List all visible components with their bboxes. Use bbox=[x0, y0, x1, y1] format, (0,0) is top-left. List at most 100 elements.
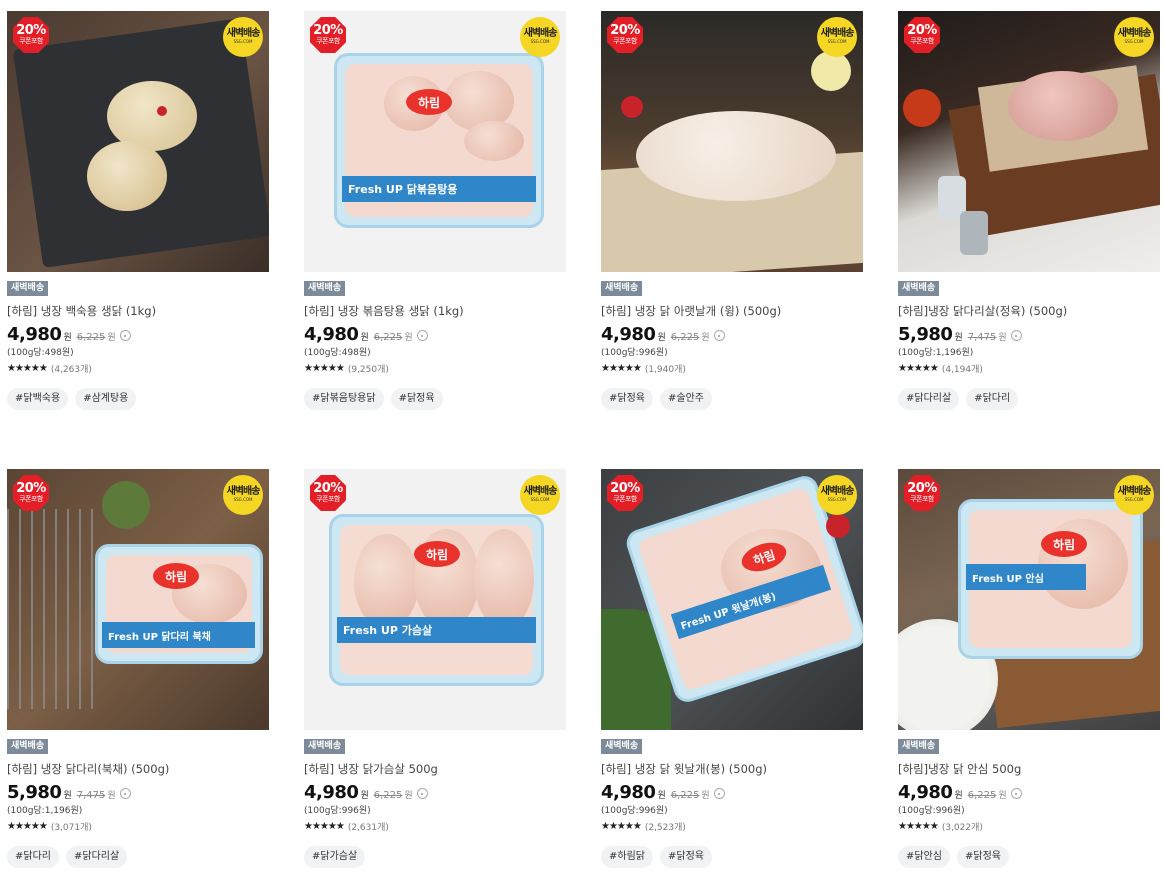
dawn-delivery-badge: 새벽배송 SSG.COM bbox=[817, 17, 857, 57]
hashtag[interactable]: #닭정육 bbox=[659, 846, 712, 868]
coupon-percent: 20% bbox=[16, 23, 46, 38]
hashtag-list: #닭정육 #술안주 bbox=[601, 388, 863, 410]
product-name[interactable]: [하림] 냉장 닭 아랫날개 (윙) (500g) bbox=[601, 303, 863, 319]
product-image[interactable]: 하림 Fresh UP 안심 20% 쿠폰포함 새벽배송 SSG.COM bbox=[898, 469, 1160, 730]
price-info-icon[interactable] bbox=[119, 788, 131, 799]
product-image[interactable]: 하림 Fresh UP 윗날개(봉) 20% 쿠폰포함 새벽배송 SSG.COM bbox=[601, 469, 863, 730]
rating: ★★★★★ (9,250개) bbox=[304, 362, 566, 375]
original-price: 7,475 bbox=[76, 790, 106, 801]
product-image[interactable]: 하림 Fresh UP 가슴살 20% 쿠폰포함 새벽배송 SSG.COM bbox=[304, 469, 566, 730]
dawn-delivery-badge: 새벽배송 SSG.COM bbox=[520, 17, 560, 57]
product-card[interactable]: 20% 쿠폰포함 새벽배송 SSG.COM 새벽배송 [하림] 냉장 닭 아랫날… bbox=[601, 11, 863, 410]
star-rating-icon: ★★★★★ bbox=[7, 362, 48, 374]
hashtag[interactable]: #하림닭 bbox=[601, 846, 653, 868]
sale-price: 4,980 bbox=[7, 324, 62, 345]
coupon-label: 쿠폰포함 bbox=[910, 37, 934, 45]
price-info-icon[interactable] bbox=[416, 788, 428, 799]
product-card[interactable]: 하림 Fresh UP 가슴살 20% 쿠폰포함 새벽배송 SSG.COM 새벽… bbox=[304, 469, 566, 868]
dawn-badge-sub: SSG.COM bbox=[233, 497, 253, 502]
product-image[interactable]: 하림 Fresh UP 닭다리 북채 20% 쿠폰포함 새벽배송 SSG.COM bbox=[7, 469, 269, 730]
brand-logo: 하림 bbox=[406, 89, 452, 115]
product-card[interactable]: 하림 Fresh UP 윗날개(봉) 20% 쿠폰포함 새벽배송 SSG.COM… bbox=[601, 469, 863, 868]
original-currency: 원 bbox=[998, 791, 1007, 801]
product-image[interactable]: 하림 Fresh UP 닭볶음탕용 20% 쿠폰포함 새벽배송 SSG.COM bbox=[304, 11, 566, 272]
review-count: (9,250개) bbox=[347, 364, 389, 375]
currency: 원 bbox=[360, 333, 369, 343]
product-image[interactable]: 20% 쿠폰포함 새벽배송 SSG.COM bbox=[898, 11, 1160, 272]
package-label: Fresh UP 안심 bbox=[966, 564, 1086, 590]
original-currency: 원 bbox=[701, 333, 710, 343]
hashtag[interactable]: #술안주 bbox=[659, 388, 712, 410]
price-info-icon[interactable] bbox=[416, 330, 428, 341]
dawn-badge-sub: SSG.COM bbox=[530, 497, 550, 502]
price-info-icon[interactable] bbox=[1010, 788, 1022, 799]
product-name[interactable]: [하림] 냉장 닭 윗날개(봉) (500g) bbox=[601, 761, 863, 777]
product-image[interactable]: 20% 쿠폰포함 새벽배송 SSG.COM bbox=[601, 11, 863, 272]
dawn-badge-title: 새벽배송 bbox=[523, 28, 558, 39]
product-name[interactable]: [하림] 냉장 볶음탕용 생닭 (1kg) bbox=[304, 303, 566, 319]
dawn-delivery-badge: 새벽배송 SSG.COM bbox=[1114, 17, 1154, 57]
dawn-badge-sub: SSG.COM bbox=[530, 39, 550, 44]
dawn-badge-sub: SSG.COM bbox=[1124, 39, 1144, 44]
dawn-delivery-badge: 새벽배송 SSG.COM bbox=[1114, 475, 1154, 515]
dawn-delivery-badge: 새벽배송 SSG.COM bbox=[223, 17, 263, 57]
product-card[interactable]: 하림 Fresh UP 닭볶음탕용 20% 쿠폰포함 새벽배송 SSG.COM … bbox=[304, 11, 566, 410]
dawn-badge-title: 새벽배송 bbox=[1117, 486, 1152, 497]
original-currency: 원 bbox=[107, 333, 116, 343]
hashtag[interactable]: #닭다리살 bbox=[898, 388, 960, 410]
dawn-badge-title: 새벽배송 bbox=[226, 486, 261, 497]
original-currency: 원 bbox=[701, 791, 710, 801]
coupon-percent: 20% bbox=[610, 481, 640, 496]
hashtag[interactable]: #닭정육 bbox=[390, 388, 443, 410]
product-grid: 20% 쿠폰포함 새벽배송 SSG.COM 새벽배송 [하림] 냉장 백숙용 생… bbox=[0, 0, 1164, 878]
hashtag[interactable]: #닭다리 bbox=[7, 846, 59, 868]
price-row: 5,980 원 7,475 원 bbox=[898, 324, 1160, 346]
product-name[interactable]: [하림] 냉장 닭가슴살 500g bbox=[304, 761, 566, 777]
package-label: Fresh UP 가슴살 bbox=[337, 617, 536, 643]
hashtag[interactable]: #닭안심 bbox=[898, 846, 950, 868]
hashtag[interactable]: #닭가슴살 bbox=[304, 846, 366, 868]
price-info-icon[interactable] bbox=[713, 788, 725, 799]
review-count: (2,631개) bbox=[347, 822, 389, 833]
dawn-badge-title: 새벽배송 bbox=[1117, 28, 1152, 39]
price-info-icon[interactable] bbox=[713, 330, 725, 341]
currency: 원 bbox=[63, 333, 72, 343]
price-info-icon[interactable] bbox=[119, 330, 131, 341]
sale-price: 4,980 bbox=[601, 782, 656, 803]
product-card[interactable]: 20% 쿠폰포함 새벽배송 SSG.COM 새벽배송 [하림]냉장 닭다리살(정… bbox=[898, 11, 1160, 410]
dawn-badge-title: 새벽배송 bbox=[523, 486, 558, 497]
unit-price: (100g당:498원) bbox=[304, 348, 371, 358]
original-price: 6,225 bbox=[670, 332, 700, 343]
currency: 원 bbox=[360, 791, 369, 801]
price-row: 4,980 원 6,225 원 bbox=[304, 782, 566, 804]
hashtag[interactable]: #닭다리 bbox=[966, 388, 1019, 410]
product-card[interactable]: 20% 쿠폰포함 새벽배송 SSG.COM 새벽배송 [하림] 냉장 백숙용 생… bbox=[7, 11, 269, 410]
dawn-badge-sub: SSG.COM bbox=[1124, 497, 1144, 502]
hashtag-list: #닭가슴살 bbox=[304, 846, 566, 868]
hashtag[interactable]: #닭볶음탕용닭 bbox=[304, 388, 384, 410]
currency: 원 bbox=[657, 791, 666, 801]
star-rating-icon: ★★★★★ bbox=[898, 362, 939, 374]
product-card[interactable]: 하림 Fresh UP 안심 20% 쿠폰포함 새벽배송 SSG.COM 새벽배… bbox=[898, 469, 1160, 868]
delivery-tag: 새벽배송 bbox=[304, 281, 346, 296]
delivery-tag: 새벽배송 bbox=[898, 281, 940, 296]
star-rating-icon: ★★★★★ bbox=[898, 820, 939, 832]
delivery-tag: 새벽배송 bbox=[601, 281, 643, 296]
price-info-icon[interactable] bbox=[1010, 330, 1022, 341]
review-count: (3,071개) bbox=[50, 822, 92, 833]
hashtag[interactable]: #닭다리살 bbox=[65, 846, 128, 868]
sale-price: 4,980 bbox=[898, 782, 953, 803]
hashtag[interactable]: #닭백숙용 bbox=[7, 388, 69, 410]
hashtag[interactable]: #삼계탕용 bbox=[75, 388, 137, 410]
unit-price: (100g당:1,196원) bbox=[7, 806, 83, 816]
price-row: 4,980 원 6,225 원 bbox=[601, 782, 863, 804]
hashtag[interactable]: #닭정육 bbox=[601, 388, 653, 410]
product-name[interactable]: [하림]냉장 닭다리살(정육) (500g) bbox=[898, 303, 1160, 319]
product-card[interactable]: 하림 Fresh UP 닭다리 북채 20% 쿠폰포함 새벽배송 SSG.COM… bbox=[7, 469, 269, 868]
product-name[interactable]: [하림]냉장 닭 안심 500g bbox=[898, 761, 1160, 777]
product-name[interactable]: [하림] 냉장 닭다리(북채) (500g) bbox=[7, 761, 269, 777]
dawn-badge-title: 새벽배송 bbox=[226, 28, 261, 39]
product-name[interactable]: [하림] 냉장 백숙용 생닭 (1kg) bbox=[7, 303, 269, 319]
product-image[interactable]: 20% 쿠폰포함 새벽배송 SSG.COM bbox=[7, 11, 269, 272]
hashtag[interactable]: #닭정육 bbox=[956, 846, 1009, 868]
